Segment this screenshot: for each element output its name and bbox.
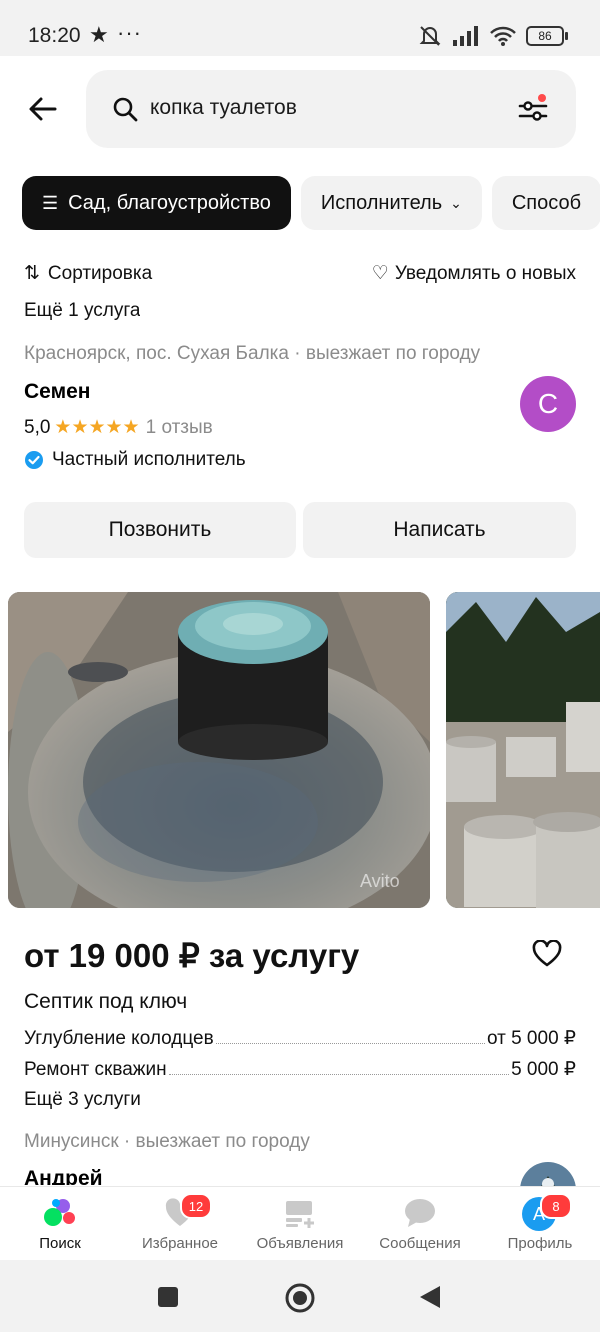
seller-name[interactable]: Андрей: [24, 1167, 103, 1185]
tab-search-label: Поиск: [39, 1235, 81, 1252]
listing-price[interactable]: от 19 000 ₽ за услугу: [24, 936, 359, 975]
service-row: Ремонт скважин 5 000 ₽: [24, 1058, 576, 1081]
favorite-heart-icon[interactable]: [532, 940, 562, 968]
chip-performer-label: Исполнитель: [320, 191, 443, 214]
system-nav-bar: [0, 1260, 600, 1332]
filter-sliders-icon[interactable]: [518, 94, 548, 124]
avatar[interactable]: [520, 1162, 576, 1186]
seller-name[interactable]: Семен: [24, 380, 90, 404]
tab-profile-label: Профиль: [507, 1235, 573, 1252]
chip-method[interactable]: Способ: [491, 176, 600, 230]
back-arrow-icon[interactable]: [28, 94, 58, 124]
recents-square-icon[interactable]: [157, 1286, 179, 1308]
tab-ads[interactable]: Объявления: [240, 1187, 360, 1261]
listing-photo-septic[interactable]: Avito: [8, 592, 430, 908]
notify-label: Уведомлять о новых: [394, 263, 576, 284]
call-button[interactable]: Позвонить: [24, 502, 296, 558]
service-name: Ремонт скважин: [24, 1059, 167, 1080]
tab-search[interactable]: Поиск: [0, 1187, 120, 1261]
service-row: Углубление колодцев от 5 000 ₽: [24, 1027, 576, 1050]
battery-icon: 86: [526, 26, 568, 46]
sort-bar: ⇅ Сортировка ♡ Уведомлять о новых: [24, 258, 576, 290]
service-price: 5 000 ₽: [511, 1059, 576, 1080]
listing-location: Минусинск · выезжает по городу: [24, 1131, 310, 1152]
verified-label: Частный исполнитель: [52, 449, 246, 470]
more-notifications-icon: ···: [117, 20, 142, 45]
leader-dots: [215, 1043, 485, 1044]
search-icon: [113, 97, 138, 122]
listing-photo-rings[interactable]: [446, 592, 600, 908]
sort-arrows-icon: ⇅: [24, 263, 40, 284]
reviews-count[interactable]: 1 отзыв: [146, 417, 213, 438]
wifi-icon: [490, 26, 516, 46]
more-services-link[interactable]: Ещё 3 услуги: [24, 1089, 141, 1111]
chat-bubble-icon: [405, 1199, 435, 1227]
status-time: 18:20: [28, 24, 81, 47]
star-icon: ★: [89, 22, 109, 47]
search-bar[interactable]: копка туалетов: [86, 70, 576, 148]
signal-icon: [453, 26, 478, 46]
verified-badge: Частный исполнитель: [24, 449, 246, 471]
chip-category[interactable]: ☰ Сад, благоустройство: [22, 176, 291, 230]
avito-watermark: Avito: [360, 871, 400, 891]
favorites-badge: 12: [180, 1193, 212, 1219]
chip-performer[interactable]: Исполнитель ⌄: [300, 176, 482, 230]
tab-messages[interactable]: Сообщения: [360, 1187, 480, 1261]
back-triangle-icon[interactable]: [418, 1285, 442, 1309]
verified-check-icon: [25, 451, 43, 469]
bottom-tab-bar: Поиск 12 Избранное Объявления Сообщения …: [0, 1186, 600, 1261]
tab-messages-label: Сообщения: [379, 1235, 461, 1252]
heart-search-icon: ♡: [371, 263, 389, 284]
status-bar: 18:20 ★ ··· 86: [0, 0, 600, 56]
status-icons: 86: [418, 24, 568, 48]
rating-value: 5,0: [24, 417, 51, 438]
tab-favorites[interactable]: 12 Избранное: [120, 1187, 240, 1261]
mute-icon: [419, 26, 441, 46]
write-button[interactable]: Написать: [303, 502, 576, 558]
service-name: Углубление колодцев: [24, 1028, 214, 1049]
search-input[interactable]: копка туалетов: [150, 96, 297, 120]
leader-dots: [168, 1074, 510, 1075]
home-circle-icon[interactable]: [284, 1282, 316, 1314]
list-search-icon: ☰: [42, 192, 59, 213]
battery-level: 86: [538, 29, 552, 43]
sort-label: Сортировка: [47, 263, 153, 284]
chip-method-label: Способ: [511, 191, 582, 214]
listing-title[interactable]: Септик под ключ: [24, 990, 187, 1014]
chip-category-label: Сад, благоустройство: [68, 191, 271, 214]
more-services-link[interactable]: Ещё 1 услуга: [24, 300, 140, 322]
profile-badge: 8: [540, 1193, 572, 1219]
ads-list-icon: [286, 1201, 314, 1228]
tab-ads-label: Объявления: [256, 1235, 344, 1252]
rating-stars-icon: ★★★★★: [54, 417, 140, 438]
tab-profile[interactable]: А 8 Профиль: [480, 1187, 600, 1261]
avatar[interactable]: С: [520, 376, 576, 432]
avito-dots-icon: [44, 1199, 75, 1226]
filter-chips: ☰ Сад, благоустройство Исполнитель ⌄ Спосо…: [22, 176, 600, 230]
service-price: от 5 000 ₽: [486, 1028, 576, 1049]
tab-favorites-label: Избранное: [141, 1235, 219, 1252]
notify-button[interactable]: ♡ Уведомлять о новых: [372, 262, 576, 285]
seller-rating: 5,0 ★★★★★ 1 отзыв: [24, 416, 213, 439]
listing-location: Красноярск, пос. Сухая Балка · выезжает …: [24, 343, 481, 364]
sort-button[interactable]: ⇅ Сортировка: [24, 262, 152, 285]
chevron-down-icon: ⌄: [450, 194, 462, 211]
